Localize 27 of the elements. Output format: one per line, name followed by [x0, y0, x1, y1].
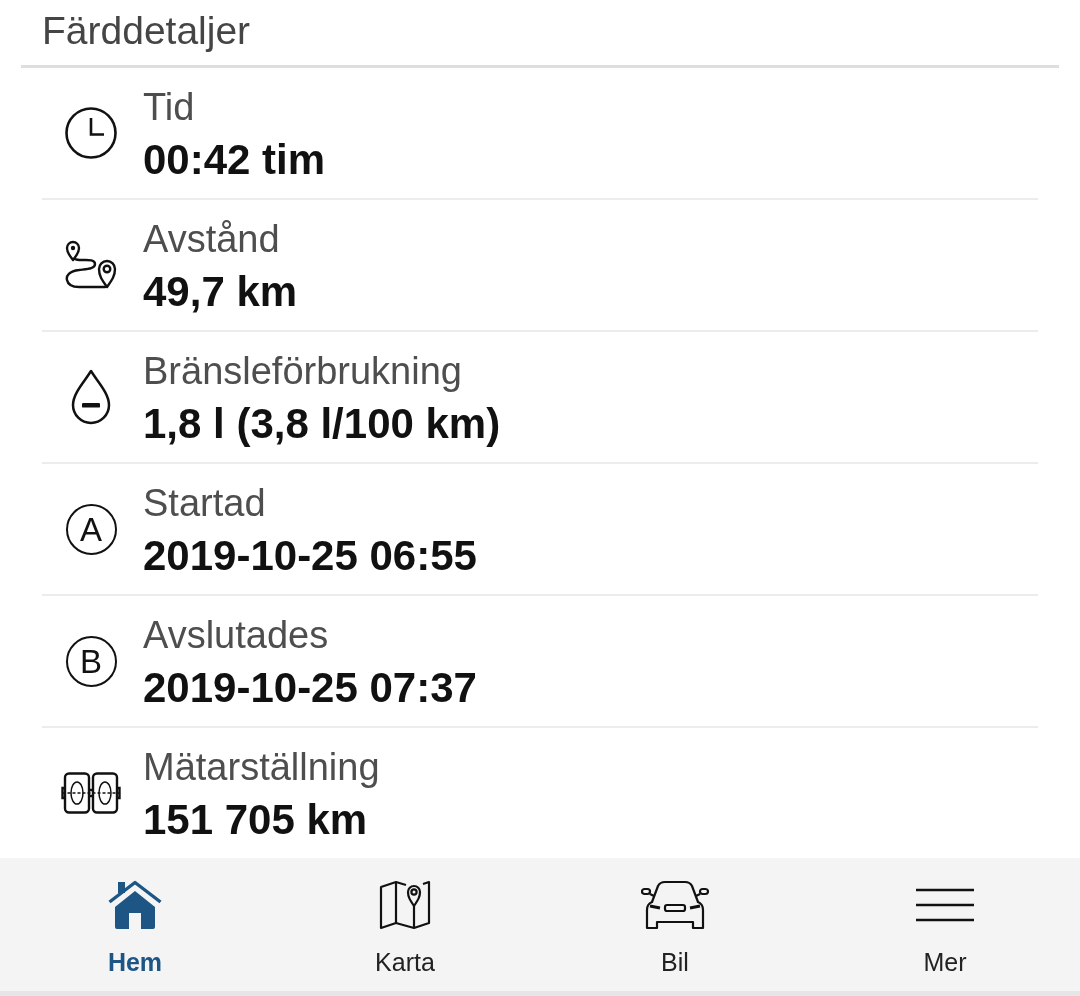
- menu-tab[interactable]: Mer: [810, 858, 1080, 991]
- detail-value: 2019-10-25 06:55: [143, 530, 477, 581]
- detail-label: Bränsleförbrukning: [143, 348, 462, 394]
- car-front-icon: [641, 880, 709, 930]
- detail-label: Startad: [143, 480, 266, 526]
- home-tab[interactable]: Hem: [0, 858, 270, 991]
- detail-label: Tid: [143, 84, 195, 130]
- folded-map-icon: [379, 880, 431, 930]
- clock-icon: [65, 107, 117, 159]
- detail-label: Avstånd: [143, 216, 280, 262]
- car-tab[interactable]: Bil: [540, 858, 810, 991]
- route-point-marker: A: [65, 503, 117, 555]
- route-point-marker: B: [65, 635, 117, 687]
- detail-value: 49,7 km: [143, 266, 298, 317]
- odometer-icon: [61, 772, 121, 814]
- detail-label: Mätarställning: [143, 744, 380, 790]
- section-title: Färddetaljer: [42, 7, 251, 54]
- detail-value: 151 705 km: [143, 794, 368, 845]
- detail-value: 2019-10-25 07:37: [143, 662, 477, 713]
- detail-value: 1,8 l (3,8 l/100 km): [143, 398, 501, 449]
- menu-icon: [916, 888, 974, 922]
- route-icon: [65, 240, 117, 290]
- map-tab[interactable]: Karta: [270, 858, 540, 991]
- drop-minus-icon: [70, 369, 112, 425]
- house-icon: [108, 880, 162, 930]
- detail-value: 00:42 tim: [143, 134, 326, 185]
- detail-label: Avslutades: [143, 612, 329, 658]
